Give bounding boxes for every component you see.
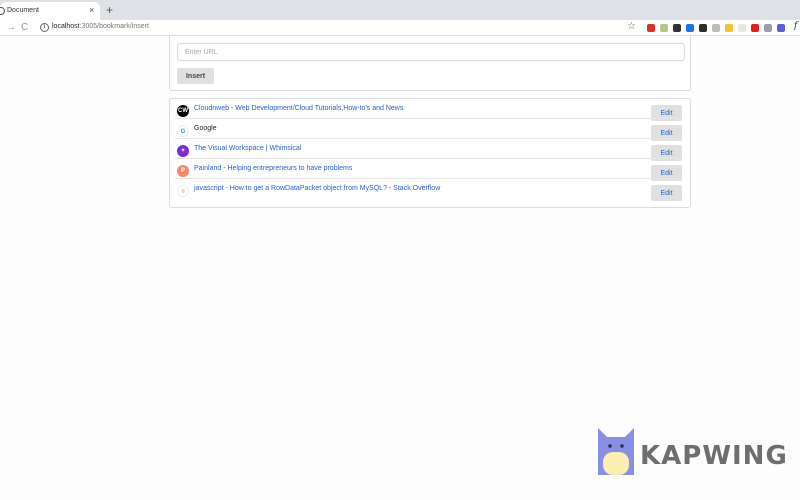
insert-form: Insert (169, 36, 691, 91)
ext-olive-icon[interactable] (660, 24, 668, 32)
ext-gray-icon[interactable] (712, 24, 720, 32)
ext-blue-icon[interactable] (686, 24, 694, 32)
tab-title: Document (7, 7, 39, 14)
bookmark-row: ≡ javascript - How to get a RowDataPacket… (170, 179, 690, 201)
bookmark-favicon-icon: P (177, 165, 189, 177)
bookmark-favicon-icon: ≡ (177, 185, 189, 197)
bookmark-row: G Google Edit (170, 119, 690, 141)
bookmark-title-link[interactable]: javascript - How to get a RowDataPacket … (194, 185, 440, 192)
bookmark-title-link[interactable]: Cloudnweb - Web Development/Cloud Tutori… (194, 105, 403, 112)
info-icon[interactable]: i (40, 23, 49, 32)
bookmark-favicon-icon: G (177, 125, 189, 137)
url-input[interactable] (177, 43, 685, 61)
ext-dark-icon[interactable] (699, 24, 707, 32)
tab-strip: Document × + (0, 0, 800, 20)
url-path: :3005/bookmark/insert (79, 23, 149, 30)
bookmark-title-link[interactable]: Painland - Helping entrepreneurs to have… (194, 165, 352, 172)
bookmark-row: P Painland - Helping entrepreneurs to hav… (170, 159, 690, 181)
ext-light-icon[interactable] (738, 24, 746, 32)
edit-button[interactable]: Edit (651, 185, 682, 201)
address-bar[interactable]: i localhost:3005/bookmark/insert ☆ (37, 21, 642, 34)
ext-red-icon[interactable] (647, 24, 655, 32)
ext-opera-icon[interactable] (751, 24, 759, 32)
ext-mid-icon[interactable] (764, 24, 772, 32)
tab-document[interactable]: Document × (0, 2, 100, 20)
kapwing-watermark: KAPWING (598, 428, 787, 476)
url-host: localhost (52, 23, 80, 30)
url-text[interactable]: localhost:3005/bookmark/insert (52, 23, 149, 30)
star-icon[interactable]: ☆ (627, 21, 636, 32)
ext-dropper-icon[interactable] (673, 24, 681, 32)
close-icon[interactable]: × (89, 5, 94, 15)
bookmark-title-link[interactable]: The Visual Workspace | Whimsical (194, 145, 301, 152)
kapwing-cat-logo (598, 428, 634, 475)
bookmark-title-link[interactable]: Google (194, 125, 217, 132)
bookmark-list: CW Cloudnweb - Web Development/Cloud Tuto… (169, 98, 691, 208)
bookmark-row: CW Cloudnweb - Web Development/Cloud Tuto… (170, 99, 690, 121)
ext-purple-icon[interactable] (777, 24, 785, 32)
browser-toolbar: → C i localhost:3005/bookmark/insert ☆ f (0, 20, 800, 36)
bookmark-favicon-icon: ✦ (177, 145, 189, 157)
forward-icon[interactable]: → (6, 22, 16, 34)
reload-icon[interactable]: C (21, 22, 28, 34)
bookmark-favicon-icon: CW (177, 105, 189, 117)
ext-yellow-icon[interactable] (725, 24, 733, 32)
kapwing-wordmark: KAPWING (640, 441, 788, 471)
globe-icon (0, 7, 5, 15)
extension-f-icon[interactable]: f (794, 21, 797, 31)
insert-button[interactable]: Insert (177, 68, 214, 84)
new-tab-button[interactable]: + (106, 3, 113, 17)
bookmark-row: ✦ The Visual Workspace | Whimsical Edit (170, 139, 690, 161)
